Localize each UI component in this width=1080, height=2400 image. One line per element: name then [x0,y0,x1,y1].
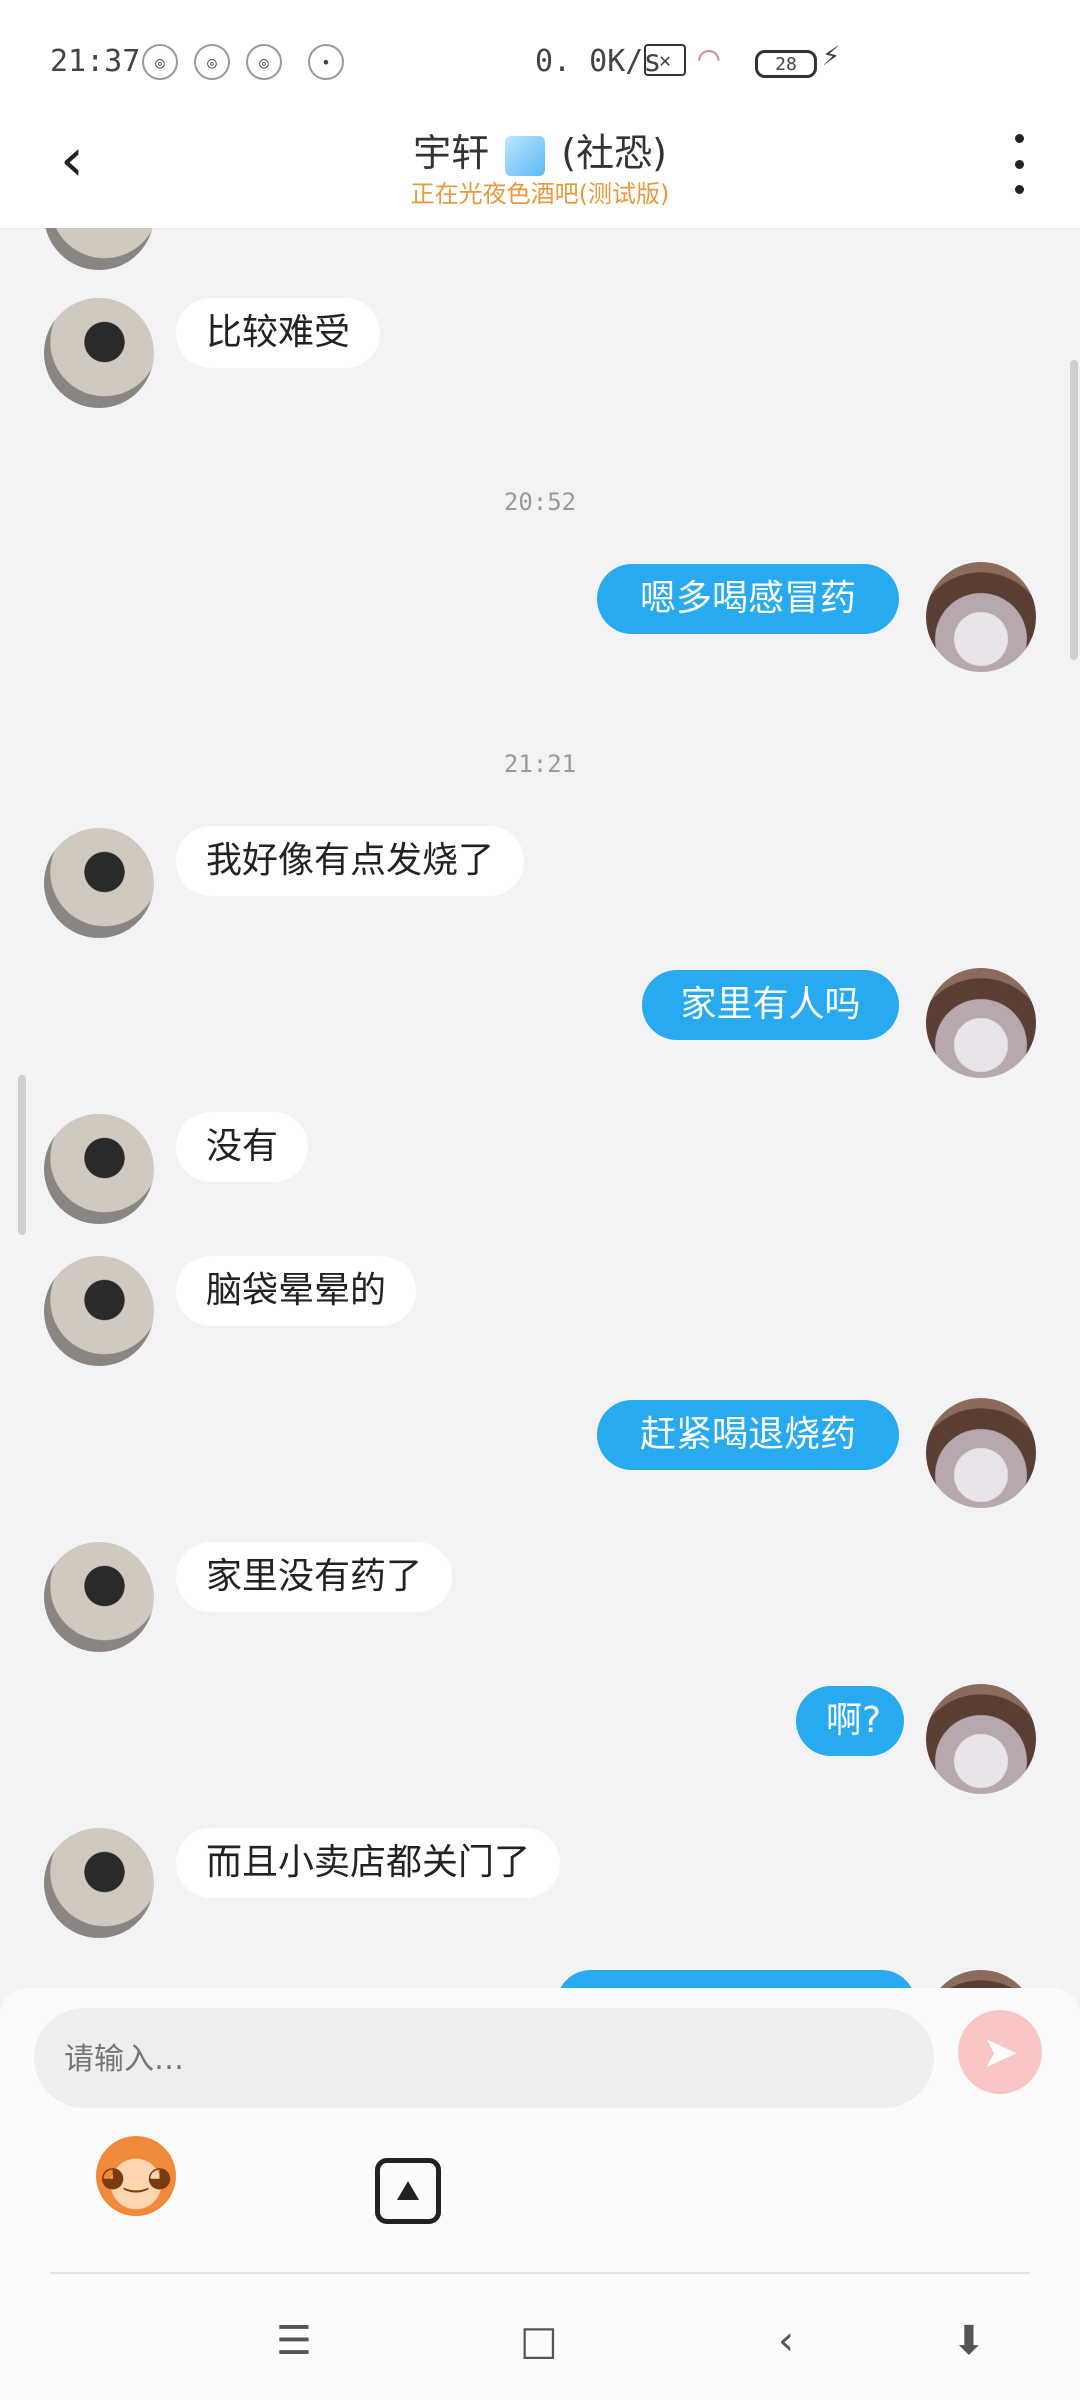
contact-avatar[interactable] [44,228,154,270]
assistant-icon[interactable]: ⬇ [952,2318,986,2364]
charging-icon: ⚡ [822,38,841,73]
message-input-container[interactable] [34,2008,934,2110]
my-avatar[interactable] [926,562,1036,672]
my-avatar[interactable] [926,968,1036,1078]
network-speed: 0. 0K/s [535,44,662,79]
home-icon[interactable]: □ [520,2318,558,2364]
app-notification-icon: ◎ [246,44,282,80]
contact-name: 宇轩 [413,131,490,175]
signal-off-icon: ✕ [644,44,686,76]
contact-avatar[interactable] [44,1828,154,1938]
message-bubble-received[interactable]: 比较难受 [176,298,381,368]
chat-header: ‹ 宇轩 (社恐) 正在光夜色酒吧(测试版) [0,110,1080,229]
contact-avatar[interactable] [44,1542,154,1652]
message-bubble-received[interactable]: 而且小卖店都关门了 [176,1828,561,1898]
my-avatar[interactable] [926,1684,1036,1794]
message-bubble-sent[interactable]: 嗯多喝感冒药 [597,564,899,634]
send-paper-plane-icon[interactable]: ➤ [958,2010,1042,2094]
emoji-mascot-icon[interactable]: ◕‿◕ [96,2136,176,2216]
ice-cube-icon [505,135,546,176]
my-avatar[interactable] [926,1970,1036,1988]
more-notifications-dot: • [308,44,344,80]
input-panel: ➤ ◕‿◕ ⛰ ☰ □ ‹ ⬇ [0,1988,1080,2400]
message-bubble-sent-partial[interactable] [556,1970,916,1988]
message-bubble-received[interactable]: 脑袋晕晕的 [176,1256,417,1326]
image-picker-icon[interactable]: ⛰ [375,2158,441,2224]
chat-area[interactable]: 比较难受 20:52 嗯多喝感冒药 21:21 我好像有点发烧了 家里有人吗 没… [0,228,1080,1988]
app-notification-icon: ◎ [194,44,230,80]
my-avatar[interactable] [926,1398,1036,1508]
message-bubble-sent[interactable]: 家里有人吗 [642,970,899,1040]
message-input[interactable] [62,2008,906,2110]
message-timestamp: 21:21 [503,750,577,778]
status-bar: 21:37 ◎ ◎ ◎ • 0. 0K/s ✕ ◠ 28 ⚡ [0,0,1080,110]
message-bubble-received[interactable]: 没有 [176,1112,309,1182]
status-time: 21:37 [50,44,141,79]
contact-tag: (社恐) [561,131,667,175]
back-icon[interactable]: ‹ [778,2318,794,2364]
system-nav-bar: ☰ □ ‹ ⬇ [0,2288,1080,2400]
app-notification-icon: ◎ [142,44,178,80]
more-vertical-icon[interactable] [1004,134,1034,194]
chat-title: 宇轩 (社恐) [0,122,1080,177]
contact-avatar[interactable] [44,828,154,938]
divider [50,2272,1030,2274]
message-timestamp: 20:52 [503,488,577,516]
message-bubble-sent[interactable]: 啊? [796,1686,904,1756]
message-bubble-received[interactable]: 我好像有点发烧了 [176,826,525,896]
contact-status: 正在光夜色酒吧(测试版) [410,180,670,208]
battery-icon: 28 [755,50,817,78]
menu-icon[interactable]: ☰ [276,2318,312,2364]
contact-avatar[interactable] [44,1114,154,1224]
message-bubble-received[interactable]: 家里没有药了 [176,1542,453,1612]
contact-avatar[interactable] [44,1256,154,1366]
scrollbar-right[interactable] [1070,360,1078,660]
message-bubble-sent[interactable]: 赶紧喝退烧药 [597,1400,899,1470]
wifi-icon: ◠ [698,38,720,79]
contact-avatar[interactable] [44,298,154,408]
notification-icons: ◎ ◎ ◎ • [142,44,344,80]
scrollbar-left[interactable] [18,1075,26,1235]
